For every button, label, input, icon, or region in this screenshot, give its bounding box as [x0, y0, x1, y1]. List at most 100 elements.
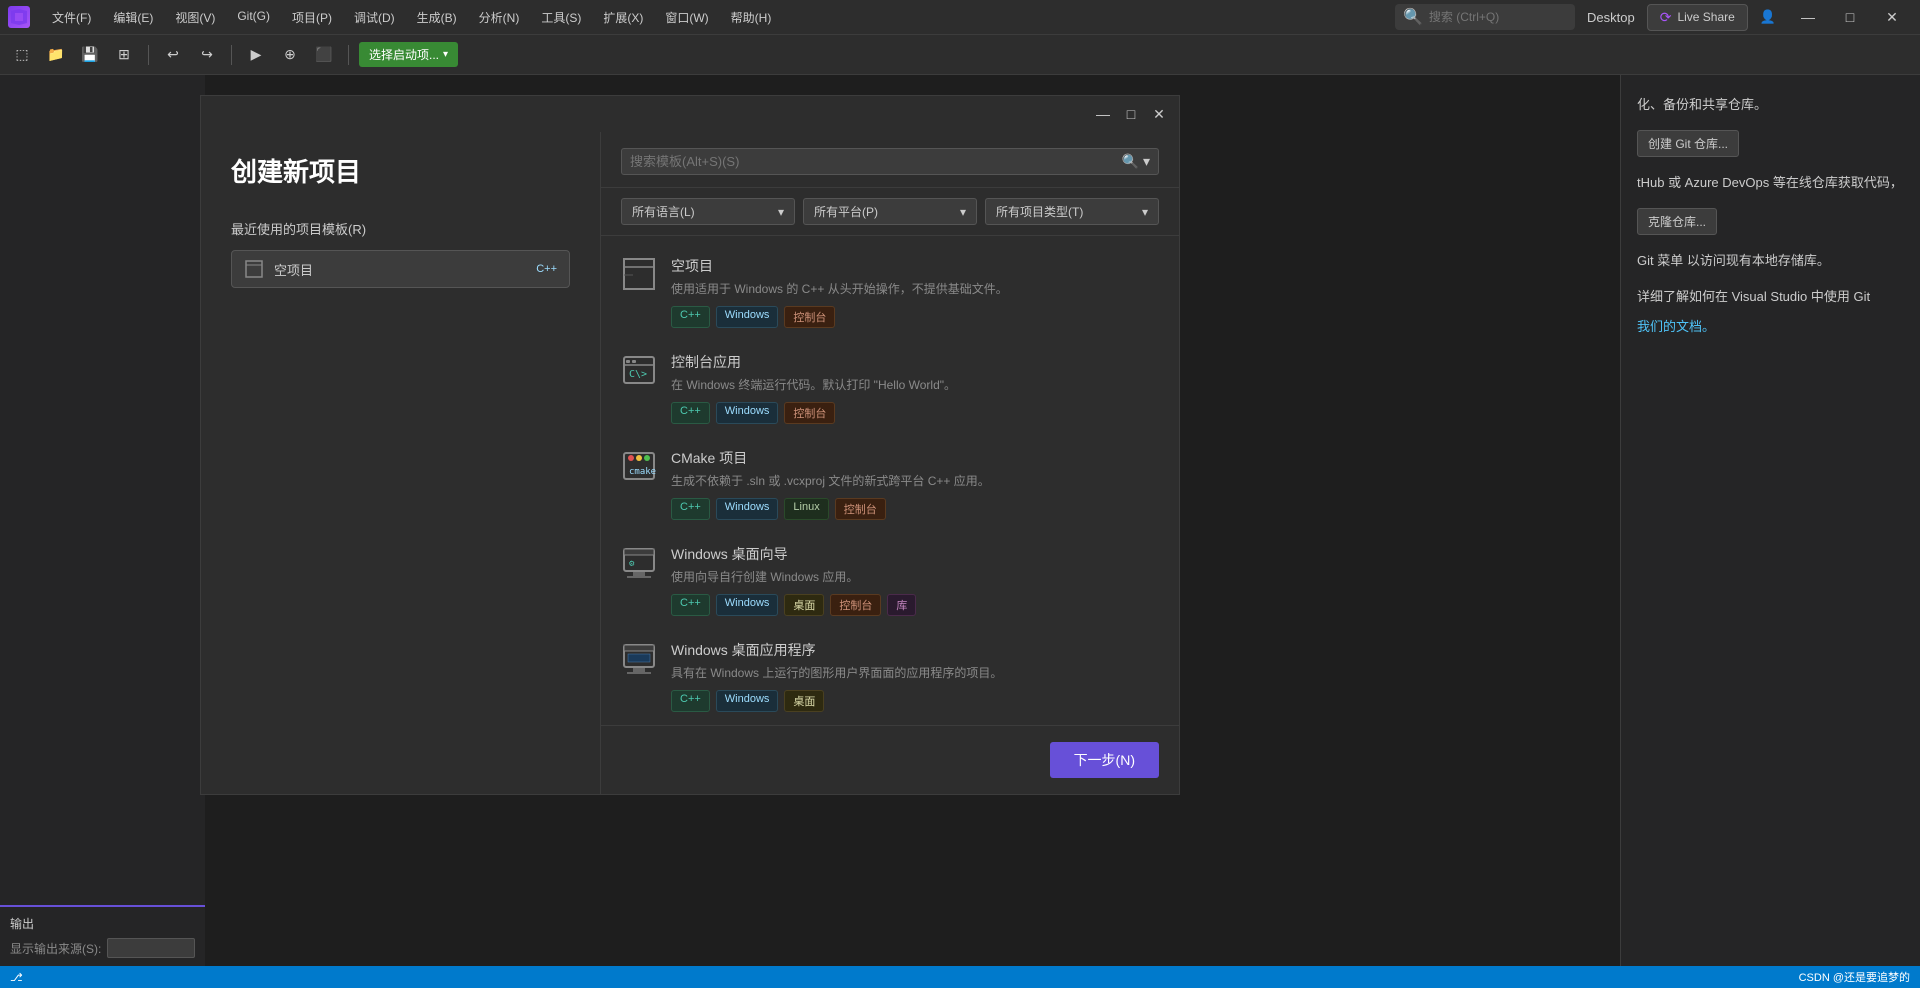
status-csdn: CSDN @还是要追梦的: [1799, 969, 1910, 985]
right-sidebar-text-4: 详细了解如何在 Visual Studio 中使用 Git: [1637, 287, 1904, 308]
tag-linux-2: Linux: [784, 498, 828, 520]
template-tags-desktop-app: C++ Windows 桌面: [671, 690, 1159, 712]
start-project-button[interactable]: 选择启动项... ▾: [359, 42, 458, 67]
global-search-box[interactable]: 🔍: [1395, 4, 1575, 30]
menu-edit[interactable]: 编辑(E): [103, 5, 163, 30]
search-icon: 🔍: [1403, 7, 1423, 27]
template-item-left: 空项目: [244, 259, 313, 279]
tag-cpp-2: C++: [671, 498, 710, 520]
right-panel: 🔍 ▾ 所有语言(L) ▾ 所有平台(P) ▾ 所有项目类型(T): [601, 132, 1179, 794]
filter-type-chevron: ▾: [1142, 205, 1148, 219]
toolbar-redo[interactable]: ↪: [193, 41, 221, 69]
menu-tools[interactable]: 工具(S): [531, 5, 591, 30]
tag-windows-2: Windows: [716, 498, 779, 520]
output-panel: 输出 显示输出来源(S):: [0, 905, 205, 966]
toolbar-open[interactable]: 📁: [42, 41, 70, 69]
dialog-maximize-btn[interactable]: □: [1119, 102, 1143, 126]
right-sidebar-text-3: Git 菜单 以访问现有本地存储库。: [1637, 251, 1904, 272]
recent-templates-label: 最近使用的项目模板(R): [231, 219, 570, 238]
tag-windows-1: Windows: [716, 402, 779, 424]
tag-lib-3: 库: [887, 594, 916, 616]
recent-template-item[interactable]: 空项目 C++: [231, 250, 570, 288]
toolbar-new-file[interactable]: ⬚: [8, 41, 36, 69]
template-info-console: 控制台应用 在 Windows 终端运行代码。默认打印 "Hello World…: [671, 352, 1159, 424]
account-icon[interactable]: 👤: [1760, 9, 1776, 25]
recent-template-lang: C++: [536, 263, 557, 275]
menu-project[interactable]: 项目(P): [282, 5, 342, 30]
tag-console-3: 控制台: [830, 594, 881, 616]
template-icon-empty: [621, 256, 657, 292]
output-source-select[interactable]: [107, 938, 195, 958]
recent-template-name: 空项目: [274, 260, 313, 279]
toolbar-save-all[interactable]: ⊞: [110, 41, 138, 69]
dialog-minimize-btn[interactable]: —: [1091, 102, 1115, 126]
filter-language-label: 所有语言(L): [632, 203, 695, 220]
menu-view[interactable]: 视图(V): [165, 5, 225, 30]
menu-build[interactable]: 生成(B): [407, 5, 467, 30]
toolbar-attach[interactable]: ⊕: [276, 41, 304, 69]
template-entry-desktop-wizard[interactable]: ⚙ Windows 桌面向导 使用向导自行创建 Windows 应用。 C++ …: [601, 532, 1179, 628]
template-entry-cmake[interactable]: cmake CMake 项目 生成不依赖于 .sln 或 .vcxproj 文件…: [601, 436, 1179, 532]
search-templates-input[interactable]: [630, 154, 1116, 169]
live-share-button[interactable]: ⟳ Live Share: [1647, 4, 1748, 31]
create-git-repo-button[interactable]: 创建 Git 仓库...: [1637, 130, 1739, 157]
template-title-empty: 空项目: [671, 256, 1159, 276]
dialog-footer: 下一步(N): [601, 725, 1179, 794]
template-icon-desktop-wizard: ⚙: [621, 544, 657, 580]
toolbar-run[interactable]: ▶: [242, 41, 270, 69]
filter-platform[interactable]: 所有平台(P) ▾: [803, 198, 977, 225]
template-title-desktop-wizard: Windows 桌面向导: [671, 544, 1159, 564]
tag-console-0: 控制台: [784, 306, 835, 328]
menu-file[interactable]: 文件(F): [42, 5, 101, 30]
toolbar: ⬚ 📁 💾 ⊞ ↩ ↪ ▶ ⊕ ⬛ 选择启动项... ▾: [0, 35, 1920, 75]
right-sidebar-text-1: 化、备份和共享仓库。: [1637, 95, 1904, 116]
filter-row: 所有语言(L) ▾ 所有平台(P) ▾ 所有项目类型(T) ▾: [601, 188, 1179, 236]
right-sidebar-text-2: tHub 或 Azure DevOps 等在线仓库获取代码，: [1637, 173, 1904, 194]
status-left: ⎇: [10, 971, 23, 984]
toolbar-stop[interactable]: ⬛: [310, 41, 338, 69]
dialog-close-btn[interactable]: ✕: [1147, 102, 1171, 126]
next-button[interactable]: 下一步(N): [1050, 742, 1159, 778]
close-button[interactable]: ✕: [1872, 0, 1912, 35]
template-entry-empty[interactable]: 空项目 使用适用于 Windows 的 C++ 从头开始操作，不提供基础文件。 …: [601, 244, 1179, 340]
global-search-input[interactable]: [1429, 10, 1567, 24]
menu-help[interactable]: 帮助(H): [721, 5, 782, 30]
template-tags-empty: C++ Windows 控制台: [671, 306, 1159, 328]
left-sidebar: 输出 显示输出来源(S):: [0, 75, 205, 988]
desktop-label: Desktop: [1587, 10, 1635, 25]
menu-git[interactable]: Git(G): [227, 5, 280, 30]
search-area: 🔍 ▾: [601, 132, 1179, 188]
clone-repo-button[interactable]: 克隆仓库...: [1637, 208, 1717, 235]
start-dropdown-icon: ▾: [443, 49, 448, 60]
search-templates-icon[interactable]: 🔍 ▾: [1122, 153, 1150, 170]
template-desc-empty: 使用适用于 Windows 的 C++ 从头开始操作，不提供基础文件。: [671, 280, 1159, 298]
toolbar-undo[interactable]: ↩: [159, 41, 187, 69]
template-desc-desktop-app: 具有在 Windows 上运行的图形用户界面面的应用程序的项目。: [671, 664, 1159, 682]
template-title-cmake: CMake 项目: [671, 448, 1159, 468]
template-entry-desktop-app[interactable]: Windows 桌面应用程序 具有在 Windows 上运行的图形用户界面面的应…: [601, 628, 1179, 724]
template-info-cmake: CMake 项目 生成不依赖于 .sln 或 .vcxproj 文件的新式跨平台…: [671, 448, 1159, 520]
output-source-row: 显示输出来源(S):: [10, 938, 195, 958]
template-tags-cmake: C++ Windows Linux 控制台: [671, 498, 1159, 520]
menu-analyze[interactable]: 分析(N): [469, 5, 530, 30]
template-icon-console: C\>: [621, 352, 657, 388]
template-icon-small: [244, 259, 264, 279]
tag-cpp-1: C++: [671, 402, 710, 424]
maximize-button[interactable]: □: [1830, 0, 1870, 35]
documentation-link[interactable]: 我们的文档。: [1637, 319, 1715, 334]
filter-type[interactable]: 所有项目类型(T) ▾: [985, 198, 1159, 225]
menu-extensions[interactable]: 扩展(X): [593, 5, 653, 30]
template-entry-console[interactable]: C\> 控制台应用 在 Windows 终端运行代码。默认打印 "Hello W…: [601, 340, 1179, 436]
live-share-label: Live Share: [1677, 10, 1734, 24]
search-templates-box[interactable]: 🔍 ▾: [621, 148, 1159, 175]
minimize-button[interactable]: —: [1788, 0, 1828, 35]
toolbar-save[interactable]: 💾: [76, 41, 104, 69]
right-sidebar-block-2: tHub 或 Azure DevOps 等在线仓库获取代码， 克隆仓库...: [1637, 173, 1904, 235]
menu-debug[interactable]: 调试(D): [344, 5, 405, 30]
right-sidebar: 化、备份和共享仓库。 创建 Git 仓库... tHub 或 Azure Dev…: [1620, 75, 1920, 988]
tag-desktop-3: 桌面: [784, 594, 824, 616]
filter-language[interactable]: 所有语言(L) ▾: [621, 198, 795, 225]
tag-cpp-4: C++: [671, 690, 710, 712]
title-bar-right: 🔍 Desktop ⟳ Live Share 👤 — □ ✕: [1395, 0, 1912, 35]
menu-window[interactable]: 窗口(W): [655, 5, 718, 30]
